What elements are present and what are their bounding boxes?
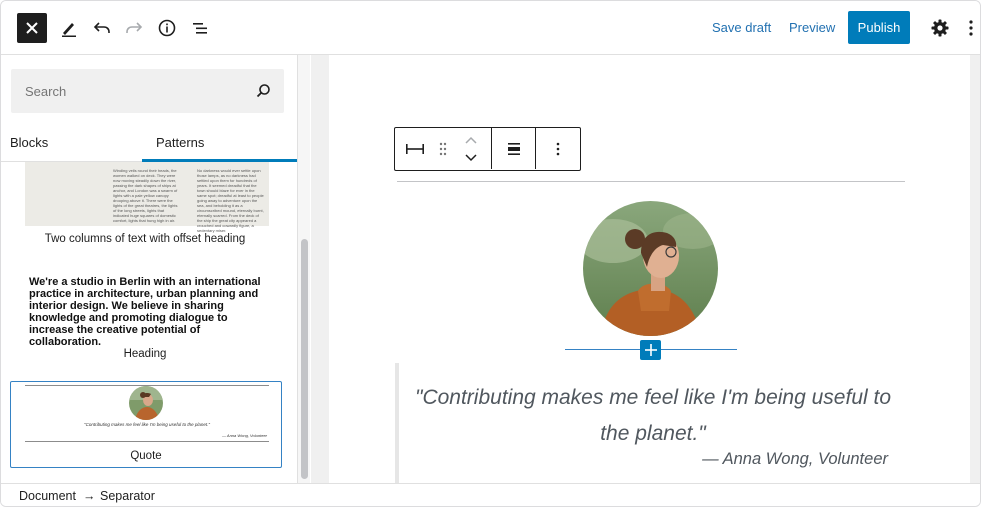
drag-handle[interactable] (433, 128, 453, 169)
breadcrumb-arrow: → (83, 489, 96, 503)
move-up-icon (465, 136, 477, 144)
publish-button[interactable]: Publish (848, 11, 910, 44)
block-toolbar (394, 127, 581, 171)
inserter-scrollbar-thumb[interactable] (301, 239, 308, 479)
pattern-preview-separator (25, 441, 269, 442)
pattern-label: Heading (123, 348, 167, 360)
tab-patterns[interactable]: Patterns (156, 135, 204, 150)
pattern-preview-two-columns[interactable]: Winding veils round their heads, the wom… (25, 162, 269, 233)
settings-button[interactable] (928, 16, 952, 40)
search-input[interactable]: Search (11, 69, 284, 113)
breadcrumb-separator[interactable]: Separator (100, 489, 155, 503)
move-down-icon (465, 154, 477, 162)
close-icon (26, 22, 38, 34)
preview-button[interactable]: Preview (789, 20, 835, 35)
block-breadcrumb-bar: Document → Separator (1, 483, 980, 506)
pattern-preview-column-text: Winding veils round their heads, the wom… (113, 168, 178, 223)
edit-tool-button[interactable] (56, 15, 82, 41)
breadcrumb-document[interactable]: Document (19, 489, 76, 503)
pattern-label: Two columns of text with offset heading (44, 233, 246, 245)
pattern-list: Winding veils round their heads, the wom… (1, 162, 297, 483)
pattern-preview-quote[interactable]: "Contributing makes me feel like I'm bei… (10, 381, 282, 468)
pattern-preview-avatar (129, 386, 163, 420)
drag-handle-icon (439, 142, 447, 155)
quote-text[interactable]: "Contributing makes me feel like I'm bei… (411, 380, 895, 452)
tab-blocks[interactable]: Blocks (10, 135, 48, 150)
save-draft-button[interactable]: Save draft (712, 20, 771, 35)
move-down-button[interactable] (457, 148, 485, 168)
inline-inserter-button[interactable] (640, 340, 661, 360)
undo-button[interactable] (89, 15, 115, 41)
close-button[interactable] (17, 13, 47, 43)
edit-pencil-icon (62, 23, 76, 37)
list-view-button[interactable] (187, 15, 213, 41)
list-view-icon (193, 23, 207, 34)
align-icon (507, 142, 520, 155)
info-icon (158, 19, 176, 37)
more-vertical-icon (969, 20, 973, 36)
more-options-icon (556, 142, 559, 155)
redo-button[interactable] (121, 15, 147, 41)
pattern-preview-quote-text: "Contributing makes me feel like I'm bei… (84, 422, 210, 427)
search-icon (256, 84, 270, 98)
pattern-preview-heading[interactable]: We're a studio in Berlin with an interna… (29, 276, 269, 348)
move-up-button[interactable] (457, 130, 485, 150)
align-button[interactable] (492, 128, 535, 169)
quote-citation[interactable]: — Anna Wong, Volunteer (601, 450, 888, 469)
details-button[interactable] (154, 15, 180, 41)
redo-icon (126, 22, 143, 33)
editor-header: Save draft Preview Publish (1, 1, 980, 55)
pattern-label: Quote (130, 450, 162, 462)
pattern-preview-citation: — Anna Wong, Volunteer (221, 433, 267, 438)
block-type-button[interactable] (395, 128, 435, 169)
gear-icon (931, 19, 949, 37)
separator-block-icon (406, 143, 424, 154)
undo-icon (93, 22, 110, 33)
block-inserter-panel: Search Blocks Patterns Winding veils rou… (1, 55, 298, 483)
options-button[interactable] (963, 16, 979, 40)
block-options-button[interactable] (536, 128, 579, 169)
separator-block[interactable] (397, 181, 905, 182)
portrait-image[interactable] (583, 201, 718, 336)
pattern-preview-column-text: No darkness would ever settle upon those… (197, 168, 264, 233)
plus-icon (644, 344, 657, 356)
quote-left-border (395, 363, 399, 483)
search-placeholder: Search (25, 84, 67, 99)
editor-window: Save draft Preview Publish Search Blocks… (0, 0, 981, 507)
